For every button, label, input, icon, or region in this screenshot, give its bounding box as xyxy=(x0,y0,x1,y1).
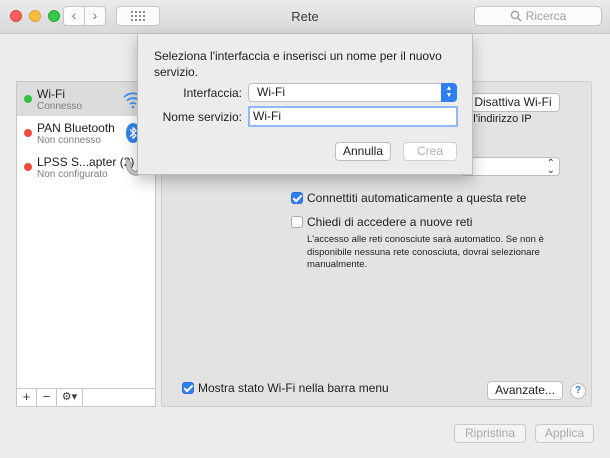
status-dot-connected xyxy=(24,95,32,103)
search-field[interactable]: Ricerca xyxy=(474,6,602,26)
add-service-button[interactable]: + xyxy=(17,389,37,406)
service-name: LPSS S...apter (2) xyxy=(37,155,135,169)
title-bar: ‹ › Rete Ricerca xyxy=(0,0,610,34)
disable-wifi-button[interactable]: Disattiva Wi-Fi xyxy=(466,93,560,112)
ask-join-label: Chiedi di accedere a nuove reti xyxy=(307,215,473,229)
menu-status-checkbox[interactable] xyxy=(182,382,194,394)
remove-service-button[interactable]: − xyxy=(37,389,57,406)
interface-label: Interfaccia: xyxy=(183,86,242,100)
advanced-button[interactable]: Avanzate... xyxy=(487,381,563,400)
service-status: Connesso xyxy=(37,101,83,112)
status-dot-disconnected xyxy=(24,129,32,137)
interface-value: Wi-Fi xyxy=(257,85,285,99)
gear-menu-button[interactable]: ⚙▾ xyxy=(57,389,83,406)
service-item-bluetooth[interactable]: PAN Bluetooth Non connesso xyxy=(17,116,155,150)
help-button[interactable]: ? xyxy=(570,383,586,399)
status-dot-disconnected xyxy=(24,163,32,171)
interface-popup[interactable]: Wi-Fi ▲ ▼ xyxy=(248,83,457,102)
auto-join-label: Connettiti automaticamente a questa rete xyxy=(307,191,527,205)
chevron-updown-icon: ⌃ ⌄ xyxy=(546,158,555,176)
service-name-label: Nome servizio: xyxy=(162,110,242,124)
service-name: Wi-Fi xyxy=(37,87,65,101)
sheet-prompt: Seleziona l'interfaccia e inserisci un n… xyxy=(154,49,442,79)
service-list: Wi-Fi Connesso PAN Bluetooth Non conness… xyxy=(16,81,156,389)
menu-status-label: Mostra stato Wi-Fi nella barra menu xyxy=(198,381,389,395)
popup-arrows-icon: ▲ ▼ xyxy=(441,83,457,102)
apply-button[interactable]: Applica xyxy=(535,424,594,443)
new-service-sheet: Seleziona l'interfaccia e inserisci un n… xyxy=(137,34,473,175)
service-item-wifi[interactable]: Wi-Fi Connesso xyxy=(17,82,155,116)
service-status: Non connesso xyxy=(37,135,101,146)
service-item-lpss[interactable]: LPSS S...apter (2) Non configurato xyxy=(17,150,155,184)
network-name-select[interactable]: ⌃ ⌄ xyxy=(460,157,560,176)
service-list-toolbar: + − ⚙▾ xyxy=(16,389,156,407)
cancel-button[interactable]: Annulla xyxy=(335,142,391,161)
auto-join-checkbox[interactable] xyxy=(291,192,303,204)
search-placeholder: Ricerca xyxy=(525,9,567,23)
service-name-input[interactable]: Wi-Fi xyxy=(248,106,458,127)
service-status: Non configurato xyxy=(37,169,108,180)
network-preferences-window: ‹ › Rete Ricerca Wi-Fi Connesso PAN Blue… xyxy=(0,0,610,458)
service-name: PAN Bluetooth xyxy=(37,121,115,135)
search-icon xyxy=(510,10,522,22)
ask-join-checkbox[interactable] xyxy=(291,216,303,228)
create-button[interactable]: Crea xyxy=(403,142,457,161)
revert-button[interactable]: Ripristina xyxy=(454,424,526,443)
ask-join-description: L'accesso alle reti conosciute sarà auto… xyxy=(307,234,544,270)
